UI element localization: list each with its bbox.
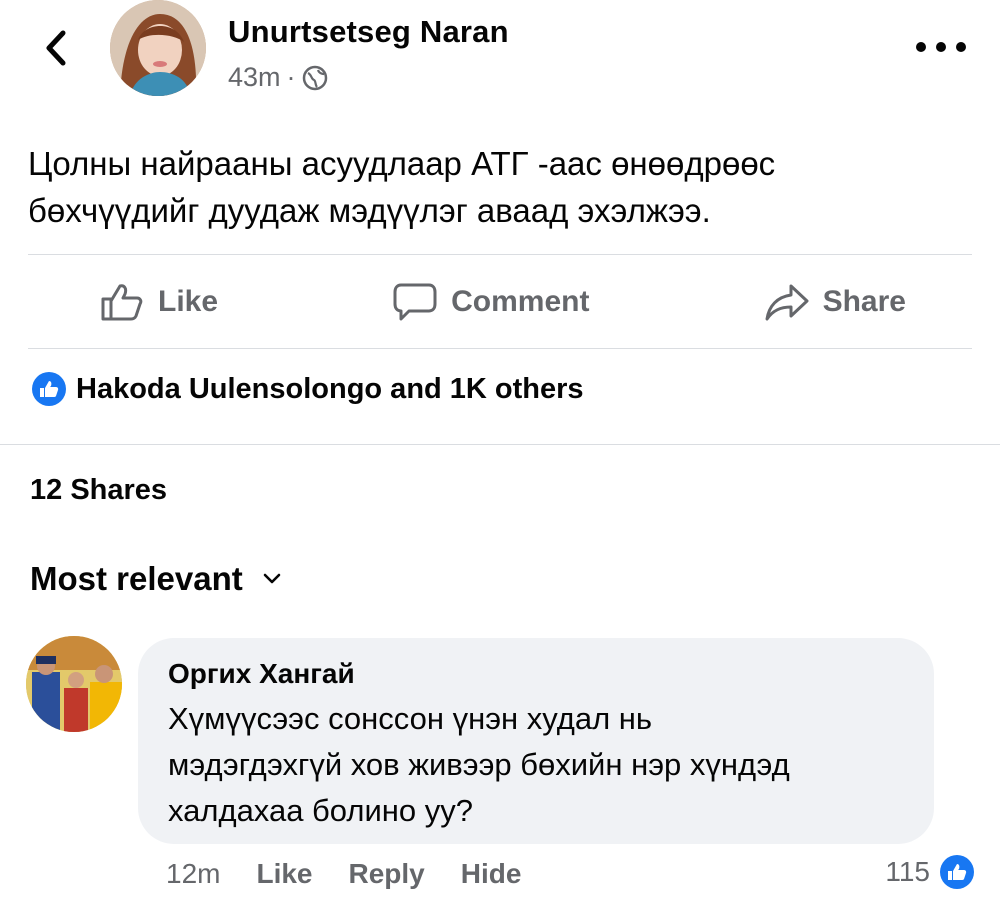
comment-text-line: халдахаа болино уу? — [168, 793, 473, 828]
section-divider — [0, 444, 1000, 445]
comment-like-button[interactable]: Like — [256, 858, 312, 890]
comment-reaction-count[interactable]: 115 — [885, 855, 974, 889]
speech-bubble-icon — [393, 283, 437, 321]
thumbs-up-icon — [40, 381, 59, 397]
back-button[interactable] — [38, 28, 74, 68]
post-meta: 43m · — [228, 62, 328, 93]
comment-text-line: Хүмүүсээс сонссон үнэн худал нь — [168, 701, 653, 736]
avatar-photo — [26, 636, 122, 732]
post-text: Цолны найрааны асуудлаар АТГ -аас өнөөдр… — [28, 140, 958, 234]
comment-button[interactable]: Comment — [393, 282, 589, 322]
share-arrow-icon — [765, 284, 809, 321]
divider — [28, 348, 972, 349]
share-label: Share — [822, 285, 906, 318]
reactions-summary[interactable]: Hakoda Uulensolongo and 1K others — [32, 372, 584, 406]
comment-reply-button[interactable]: Reply — [349, 858, 425, 890]
comment-bubble[interactable]: Оргих Хангай Хүмүүсээс сонссон үнэн худа… — [138, 638, 934, 844]
comment-sort-dropdown[interactable]: Most relevant — [30, 560, 281, 598]
share-button[interactable]: Share — [765, 282, 906, 322]
sort-label: Most relevant — [30, 560, 243, 597]
like-label: Like — [158, 285, 219, 318]
reactions-text: Hakoda Uulensolongo and 1K others — [76, 372, 584, 405]
divider — [28, 254, 972, 255]
like-reaction-icon — [32, 372, 66, 406]
more-dot — [956, 42, 966, 52]
avatar-photo — [110, 0, 206, 96]
meta-separator: · — [286, 62, 296, 92]
comment-text: Хүмүүсээс сонссон үнэн худал нь мэдэгдэх… — [168, 696, 904, 834]
comment-text-line: мэдэгдэхгүй хов живээр бөхийн нэр хүндэд — [168, 747, 790, 782]
shares-count[interactable]: 12 Shares — [30, 474, 167, 507]
comment-reaction-number: 115 — [885, 856, 930, 887]
author-avatar[interactable] — [110, 0, 206, 96]
comment-label: Comment — [451, 285, 590, 318]
post-text-line: бөхчүүдийг дуудаж мэдүүлэг аваад эхэлжээ… — [28, 192, 711, 229]
more-options-button[interactable] — [916, 36, 966, 58]
post-time[interactable]: 43m — [228, 62, 281, 93]
more-horizontal-icon — [916, 42, 926, 52]
post-text-line: Цолны найрааны асуудлаар АТГ -аас өнөөдр… — [28, 145, 776, 182]
thumbs-up-icon — [101, 284, 143, 321]
like-reaction-icon — [940, 855, 974, 889]
thumbs-up-icon — [948, 864, 967, 880]
chevron-down-icon — [263, 573, 281, 584]
more-dot — [936, 42, 946, 52]
like-button[interactable]: Like — [100, 282, 218, 322]
post-action-bar: Like Comment Share — [28, 256, 972, 348]
commenter-avatar[interactable] — [26, 636, 122, 732]
comment-author-name[interactable]: Оргих Хангай — [168, 658, 904, 690]
comment-hide-button[interactable]: Hide — [461, 858, 522, 890]
chevron-left-icon — [46, 30, 66, 66]
comment-time[interactable]: 12m — [166, 858, 220, 890]
post-author-name[interactable]: Unurtsetseg Naran — [228, 14, 509, 50]
globe-icon — [302, 65, 327, 90]
comment-actions: 12m Like Reply Hide — [166, 858, 521, 890]
